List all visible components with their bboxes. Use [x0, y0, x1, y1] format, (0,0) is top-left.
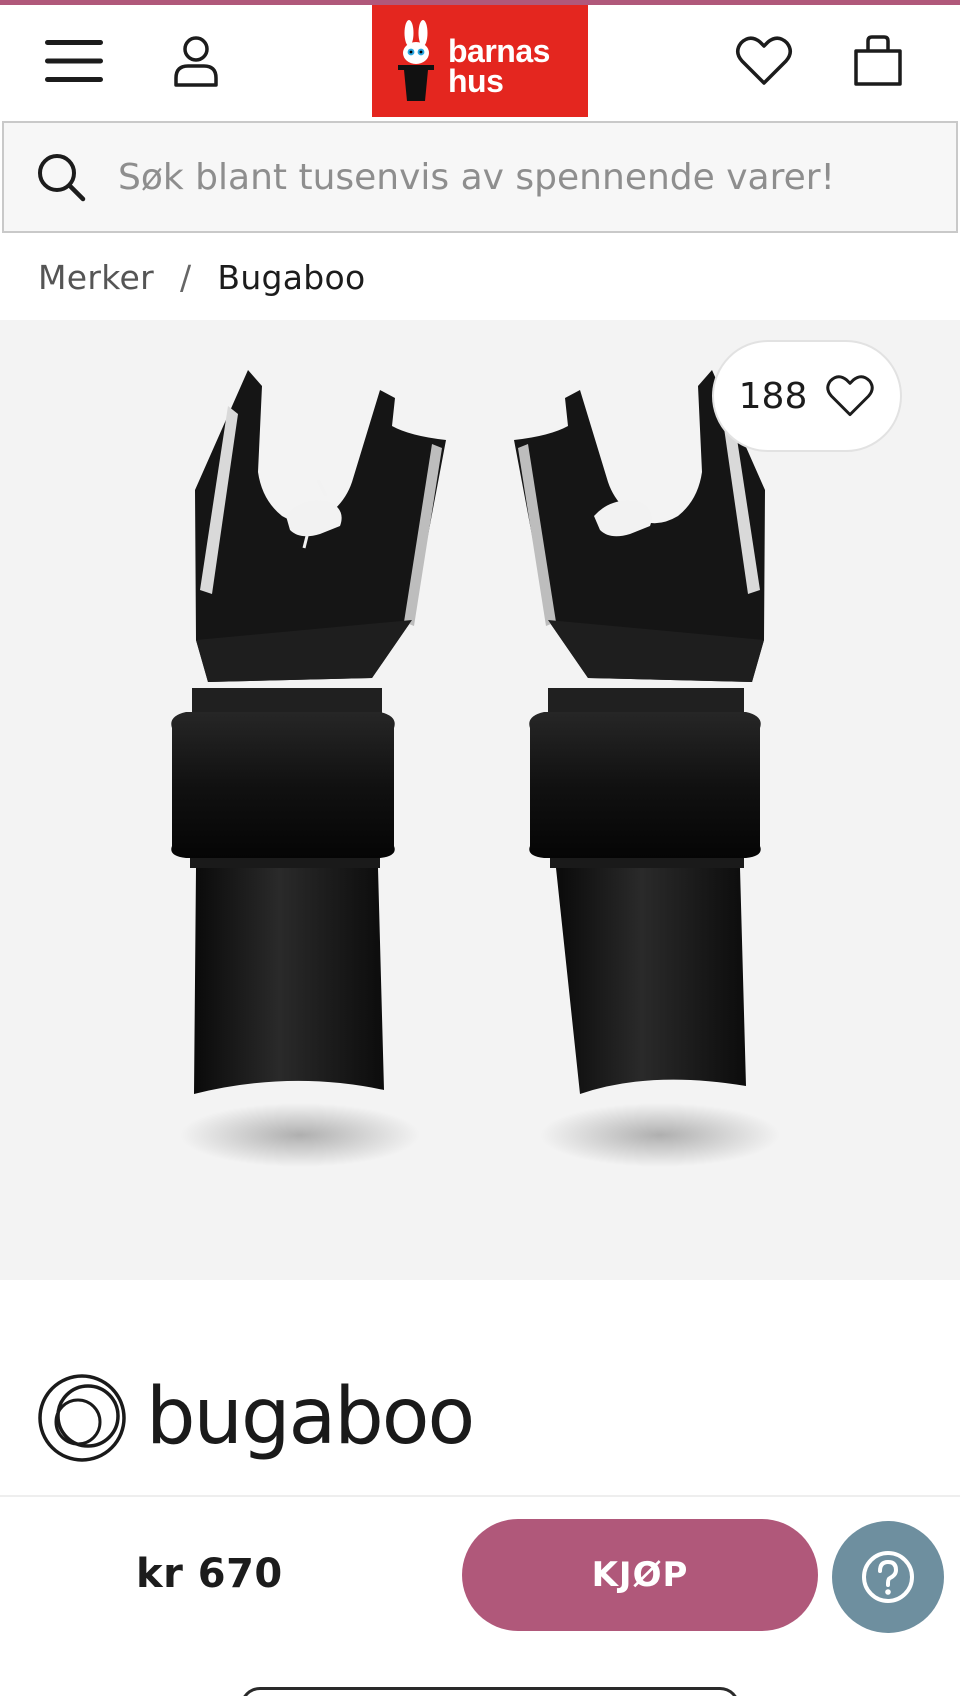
favorite-count: 188 [738, 375, 808, 417]
wishlist-button[interactable] [728, 25, 800, 97]
logo-text-line2: hus [448, 63, 504, 99]
favorite-toggle[interactable]: 188 [712, 340, 902, 452]
user-icon [174, 36, 218, 87]
product-price: kr 670 [136, 1551, 283, 1597]
breadcrumb: Merker / Bugaboo [38, 252, 366, 302]
breadcrumb-separator: / [179, 257, 192, 297]
breadcrumb-current: Bugaboo [217, 257, 366, 297]
buy-button[interactable]: KJØP [462, 1519, 818, 1631]
right-adapter [514, 370, 765, 1094]
product-gallery[interactable]: 188 [0, 320, 960, 1280]
breadcrumb-link-merker[interactable]: Merker [38, 258, 154, 297]
rabbit-logo-icon [398, 20, 434, 101]
site-logo[interactable]: barnas hus [372, 5, 588, 117]
help-button[interactable] [832, 1521, 944, 1633]
search-input[interactable] [118, 156, 938, 198]
brand-wordmark: bugaboo [146, 1372, 475, 1462]
shopping-bag-icon [854, 35, 902, 86]
bottom-element-peek [240, 1687, 740, 1696]
question-icon [862, 1551, 914, 1603]
brand-logo[interactable]: bugaboo [36, 1370, 496, 1466]
purchase-bar: kr 670 KJØP [0, 1495, 960, 1696]
menu-icon [45, 40, 103, 82]
left-adapter [171, 370, 446, 1094]
search-bar[interactable] [2, 121, 958, 233]
menu-button[interactable] [38, 25, 110, 97]
search-icon [38, 154, 86, 202]
bugaboo-circles-icon [38, 1374, 126, 1462]
heart-icon [736, 36, 792, 85]
site-header: barnas hus [0, 5, 960, 117]
heart-icon [826, 375, 875, 417]
cart-button[interactable] [842, 25, 914, 97]
account-button[interactable] [160, 25, 232, 97]
product-image [171, 370, 780, 1167]
